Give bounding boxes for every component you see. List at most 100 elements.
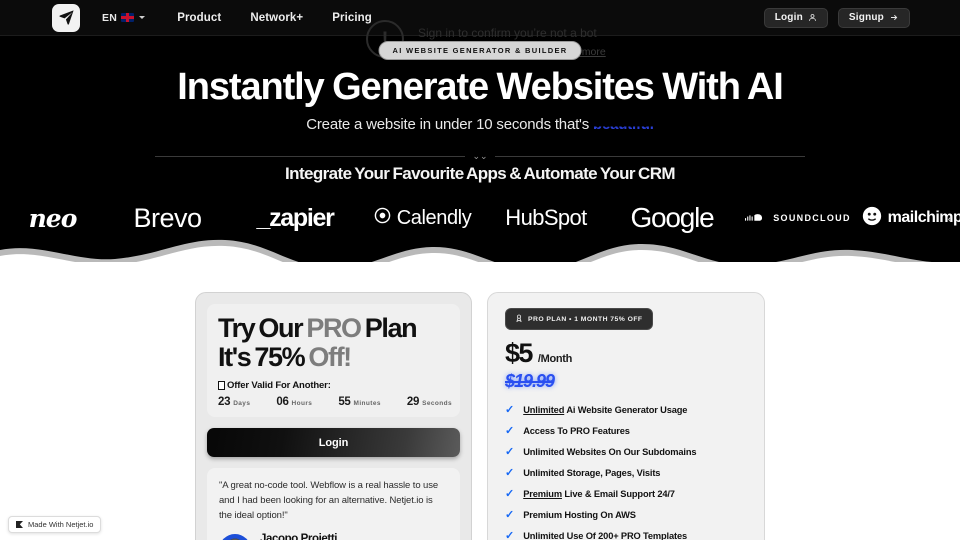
- testimonial-author-row: Jacopo Proietti Co-Founder At Dokin ★★★★…: [219, 533, 448, 540]
- hero-tag-pill: AI WEBSITE GENERATOR & BUILDER: [378, 41, 582, 60]
- promo-heading-line2: It's 75% Off!: [218, 341, 352, 372]
- pricing-section: Try Our PRO Plan It's 75% Off! Offer Val…: [0, 262, 960, 540]
- divider-line-right: [494, 156, 805, 157]
- logo-neo-label: neo: [28, 203, 78, 233]
- price-period: /Month: [537, 353, 573, 365]
- check-icon: ✓: [505, 509, 515, 522]
- soundcloud-icon: [745, 212, 767, 225]
- promo-offer-box: Try Our PRO Plan It's 75% Off! Offer Val…: [207, 304, 460, 418]
- page-title: Instantly Generate Websites With AI: [177, 66, 784, 108]
- mailchimp-icon: [861, 205, 883, 232]
- promo-heading-line1: Try Our PRO Plan: [218, 313, 418, 343]
- uk-flag-icon: [121, 13, 135, 22]
- feature-item: ✓ Unlimited Use Of 200+ PRO Templates: [505, 531, 747, 540]
- made-with-badge[interactable]: Made With Netjet.io: [8, 516, 102, 533]
- arrow-right-icon: [889, 13, 899, 22]
- testimonial-author-info: Jacopo Proietti Co-Founder At Dokin ★★★★…: [260, 533, 337, 540]
- check-icon: ✓: [505, 530, 515, 540]
- feature-item: ✓ Access To PRO Features: [505, 425, 747, 438]
- pricing-cards: Try Our PRO Plan It's 75% Off! Offer Val…: [195, 292, 765, 540]
- language-selector[interactable]: EN: [102, 11, 146, 24]
- testimonial-author-name: Jacopo Proietti: [260, 533, 338, 540]
- logo-hubspot[interactable]: HubSpot: [485, 205, 607, 231]
- countdown-seconds: 29 Seconds: [407, 396, 452, 408]
- brand-logo[interactable]: [52, 3, 80, 32]
- logo-calendly[interactable]: Calendly: [360, 207, 485, 230]
- countdown-minutes-value: 55: [338, 396, 351, 409]
- login-button[interactable]: Login: [763, 7, 828, 28]
- logo-neo[interactable]: neo: [0, 204, 105, 233]
- promo-login-button[interactable]: Login: [207, 428, 460, 458]
- plan-badge: PRO PLAN • 1 MONTH 75% OFF: [505, 308, 653, 330]
- login-button-label: Login: [774, 12, 803, 23]
- countdown-days-unit: Days: [233, 400, 251, 408]
- nav-item-network[interactable]: Network+: [250, 12, 303, 24]
- logo-brevo[interactable]: Brevo: [105, 203, 230, 234]
- chevron-down-icon: [139, 16, 146, 19]
- feature-label: Premium Live & Email Support 24/7: [523, 489, 675, 500]
- feature-item: ✓ Unlimited Websites On Our Subdomains: [505, 447, 747, 459]
- logo-mailchimp[interactable]: mailchimp: [859, 205, 960, 232]
- countdown-days: 23 Days: [218, 396, 250, 408]
- logo-brevo-label: Brevo: [133, 202, 202, 233]
- section-divider: ⌄⌄: [155, 152, 805, 161]
- feature-label: Unlimited Storage, Pages, Visits: [523, 468, 661, 479]
- countdown-days-value: 23: [218, 396, 231, 409]
- signup-button-label: Signup: [848, 12, 884, 23]
- check-icon: ✓: [505, 404, 515, 416]
- promo-login-button-label: Login: [318, 436, 349, 449]
- countdown-hours-value: 06: [276, 396, 289, 409]
- logos-carousel-prev-icon[interactable]: ‹: [948, 212, 952, 225]
- hourglass-icon: [218, 381, 225, 391]
- feature-label: Unlimited Use Of 200+ PRO Templates: [523, 531, 688, 540]
- countdown-hours-unit: Hours: [291, 400, 313, 408]
- countdown-minutes: 55 Minutes: [338, 396, 381, 408]
- signup-button[interactable]: Signup: [837, 7, 910, 28]
- language-code: EN: [102, 11, 118, 24]
- feature-rest: Live & Email Support 24/7: [561, 489, 675, 500]
- offer-valid-text: Offer Valid For Another:: [227, 380, 331, 392]
- price-row: $5 /Month: [505, 340, 747, 367]
- testimonial: "A great no-code tool. Webflow is a real…: [207, 468, 460, 540]
- paper-plane-icon: [58, 9, 75, 26]
- feature-label: Premium Hosting On AWS: [523, 510, 636, 521]
- check-icon: ✓: [505, 446, 515, 459]
- logo-hubspot-label: HubSpot: [505, 205, 587, 230]
- nav-item-pricing[interactable]: Pricing: [332, 12, 372, 24]
- check-icon: ✓: [505, 425, 515, 438]
- feature-label: Access To PRO Features: [523, 426, 630, 437]
- feature-label: Unlimited Websites On Our Subdomains: [523, 447, 697, 458]
- hero-subtitle: Create a website in under 10 seconds tha…: [0, 116, 960, 133]
- feature-bold: Premium: [523, 489, 562, 500]
- plan-badge-label: PRO PLAN • 1 MONTH 75% OFF: [528, 315, 643, 323]
- countdown-hours: 06 Hours: [276, 396, 312, 408]
- ribbon-icon: [515, 313, 523, 325]
- logo-soundcloud[interactable]: SOUNDCLOUD: [737, 212, 859, 225]
- price-amount: $5: [505, 338, 533, 368]
- netjet-logo-icon: [16, 521, 23, 528]
- avatar: [219, 533, 251, 540]
- logo-google-label: Google: [630, 202, 714, 233]
- logo-google[interactable]: Google: [607, 202, 737, 234]
- hero-typed-word: beautiful: [593, 116, 654, 133]
- calendly-icon: [374, 207, 391, 230]
- page-root: EN Product Network+ Pricing Login Signup…: [0, 0, 960, 540]
- feature-item: ✓ Premium Hosting On AWS: [505, 510, 747, 522]
- logo-calendly-label: Calendly: [396, 206, 472, 229]
- promo-heading-a: Try Our: [218, 313, 307, 343]
- user-icon: [808, 13, 817, 22]
- wave-shape: [0, 239, 960, 262]
- logo-zapier[interactable]: _zapier: [230, 204, 360, 233]
- feature-bold: Unlimited: [523, 405, 565, 415]
- feature-item: ✓ Unlimited Storage, Pages, Visits: [505, 468, 747, 480]
- check-icon: ✓: [505, 467, 515, 480]
- hero-section: EN Product Network+ Pricing Login Signup…: [0, 0, 960, 262]
- check-icon: ✓: [505, 488, 515, 501]
- logo-zapier-label: _zapier: [256, 203, 334, 232]
- nav-item-product[interactable]: Product: [177, 12, 221, 24]
- nav-links: Product Network+ Pricing: [177, 12, 372, 24]
- feature-label: Unlimited Ai Website Generator Usage: [523, 405, 687, 416]
- countdown-seconds-unit: Seconds: [422, 400, 452, 408]
- hero-subtitle-text: Create a website in under 10 seconds tha…: [306, 116, 590, 133]
- old-price: $19.99: [505, 371, 555, 391]
